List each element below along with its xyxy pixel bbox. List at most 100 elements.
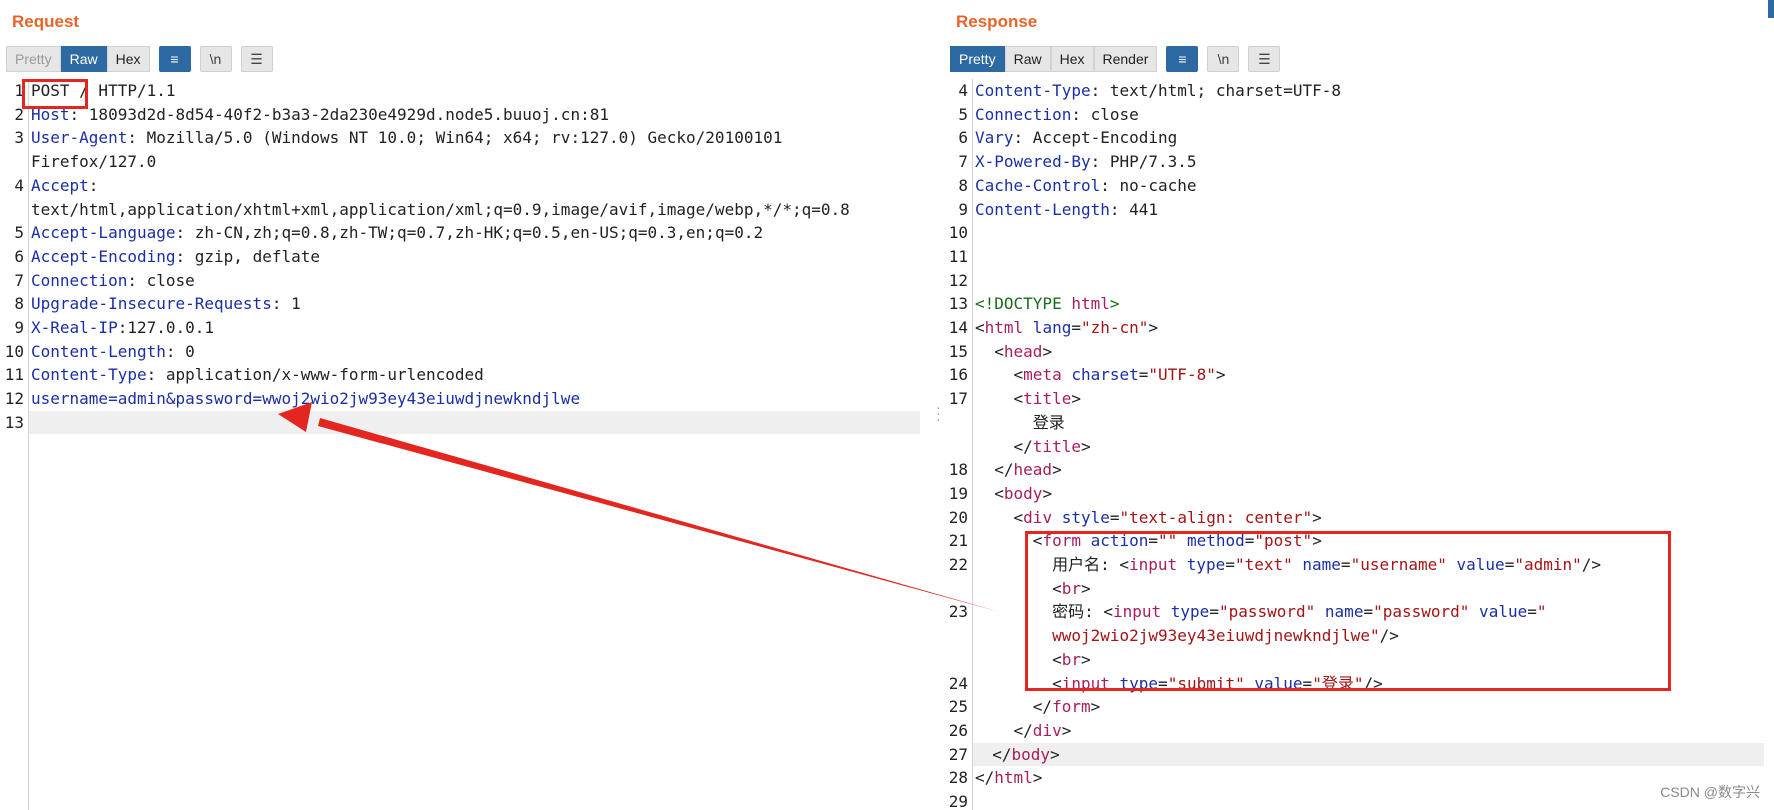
code-line[interactable]: Vary: Accept-Encoding: [975, 126, 1764, 150]
code-line[interactable]: Connection: close: [975, 103, 1764, 127]
code-token: Content-Type: [975, 81, 1091, 100]
line-number: 9: [958, 199, 968, 219]
code-token: Content-Type: [31, 365, 147, 385]
code-line[interactable]: Content-Length: 441: [975, 198, 1764, 222]
wrap-icon[interactable]: ≡: [158, 46, 191, 72]
code-line[interactable]: <!DOCTYPE html>: [975, 292, 1764, 316]
request-tab-raw[interactable]: Raw: [60, 46, 107, 72]
code-line[interactable]: <br>: [975, 648, 1764, 672]
code-token: 密码: <: [975, 602, 1113, 622]
code-line[interactable]: Content-Type: text/html; charset=UTF-8: [975, 79, 1764, 103]
request-title: Request: [12, 12, 80, 31]
code-token: >: [1042, 483, 1053, 503]
response-tab-raw[interactable]: Raw: [1004, 46, 1051, 72]
wrap-icon[interactable]: ≡: [1166, 46, 1199, 72]
code-token: >: [1032, 768, 1043, 788]
line-number: 2: [14, 104, 24, 124]
code-token: input: [1061, 673, 1110, 693]
code-token: X-Powered-By: [975, 152, 1091, 172]
code-line[interactable]: </div>: [975, 719, 1764, 743]
code-token: ": [1536, 602, 1547, 622]
code-line[interactable]: </title>: [975, 435, 1764, 459]
newline-icon[interactable]: \n: [1207, 46, 1240, 72]
code-line[interactable]: Accept-Encoding: gzip, deflate: [31, 245, 920, 269]
code-line[interactable]: <title>: [975, 387, 1764, 411]
code-token: >: [1061, 720, 1072, 740]
request-editor[interactable]: 1 2 3 4 5 6 7 8 9 10 11 12 13 POST / HTTP/1.1 Host: 1…: [0, 79, 930, 810]
code-line[interactable]: [29, 410, 920, 435]
code-token: form: [1042, 531, 1081, 551]
code-line[interactable]: wwoj2wio2jw93ey43eiuwdjnewkndjlwe"/>: [975, 624, 1764, 648]
code-line[interactable]: [975, 269, 1764, 293]
code-token: >: [1080, 578, 1091, 598]
code-token: =: [1225, 555, 1235, 574]
code-line[interactable]: </html>: [975, 766, 1764, 790]
code-line[interactable]: Host: 18093d2d-8d54-40f2-b3a3-2da230e492…: [31, 103, 920, 127]
code-line[interactable]: [975, 221, 1764, 245]
code-token: lang: [1023, 318, 1072, 337]
code-line[interactable]: Connection: close: [31, 269, 920, 293]
line-number: 26: [948, 720, 968, 740]
line-number: 13: [948, 294, 968, 314]
code-line[interactable]: <head>: [975, 340, 1764, 364]
code-token: >: [1080, 649, 1091, 669]
code-token: <: [975, 365, 1024, 385]
code-token: "": [1158, 531, 1178, 551]
code-line[interactable]: User-Agent: Mozilla/5.0 (Windows NT 10.0…: [31, 126, 920, 150]
response-editor[interactable]: 4 5 6 7 8 9 10 11 12 13 14 15 16 17 18 19 20 21 22 23 24 25 26…: [944, 79, 1774, 810]
code-line[interactable]: Accept-Language: zh-CN,zh;q=0.8,zh-TW;q=…: [31, 221, 920, 245]
code-line[interactable]: [975, 245, 1764, 269]
code-line[interactable]: <html lang="zh-cn">: [975, 316, 1764, 340]
code-line[interactable]: <body>: [975, 482, 1764, 506]
request-tab-hex[interactable]: Hex: [106, 46, 150, 72]
line-number: 28: [948, 768, 968, 788]
line-number: 15: [948, 341, 968, 361]
code-line[interactable]: <meta charset="UTF-8">: [975, 363, 1764, 387]
code-line[interactable]: </form>: [975, 695, 1764, 719]
code-token: </: [975, 697, 1053, 717]
code-token: "username": [1350, 555, 1447, 574]
code-line[interactable]: Accept:: [31, 174, 920, 198]
code-token: head: [1003, 341, 1043, 361]
code-line[interactable]: <div style="text-align: center">: [975, 506, 1764, 530]
response-gutter: 4 5 6 7 8 9 10 11 12 13 14 15 16 17 18 19 20 21 22 23 24 25 26…: [944, 79, 973, 810]
code-line[interactable]: username=admin&password=wwoj2wio2jw93ey4…: [31, 387, 920, 411]
code-token: Accept-Encoding: [31, 246, 176, 266]
code-token: "登录": [1312, 673, 1364, 693]
code-line[interactable]: text/html,application/xhtml+xml,applicat…: [31, 198, 920, 222]
code-line[interactable]: Content-Type: application/x-www-form-url…: [31, 363, 920, 387]
response-tab-hex[interactable]: Hex: [1050, 46, 1094, 72]
code-line[interactable]: Upgrade-Insecure-Requests: 1: [31, 292, 920, 316]
code-token: 用户名: <: [975, 555, 1129, 574]
code-line[interactable]: Firefox/127.0: [31, 150, 920, 174]
code-line[interactable]: [975, 790, 1764, 810]
code-line[interactable]: 密码: <input type="password" name="passwor…: [975, 600, 1764, 624]
response-tab-render[interactable]: Render: [1093, 46, 1158, 72]
line-number: 13: [4, 412, 24, 432]
code-line[interactable]: X-Powered-By: PHP/7.3.5: [975, 150, 1764, 174]
menu-icon[interactable]: ☰: [1248, 46, 1281, 72]
request-tab-pretty[interactable]: Pretty: [6, 46, 61, 72]
menu-icon[interactable]: ☰: [240, 46, 273, 72]
code-token: type: [1177, 555, 1226, 574]
code-line[interactable]: <br>: [975, 577, 1764, 601]
code-line[interactable]: 用户名: <input type="text" name="username" …: [975, 553, 1764, 577]
line-number: 7: [14, 270, 24, 290]
newline-icon[interactable]: \n: [199, 46, 232, 72]
code-line[interactable]: 登录: [975, 411, 1764, 435]
code-token: : Mozilla/5.0 (Windows NT 10.0; Win64; x…: [127, 128, 783, 148]
splitter-grip-icon[interactable]: · · ·: [936, 400, 941, 426]
code-line[interactable]: POST / HTTP/1.1: [31, 79, 920, 103]
code-token: html: [984, 318, 1024, 337]
code-token: Cache-Control: [975, 175, 1101, 195]
code-line[interactable]: </body>: [973, 742, 1764, 767]
code-line[interactable]: Cache-Control: no-cache: [975, 174, 1764, 198]
code-token: html: [1071, 294, 1110, 314]
code-line[interactable]: </head>: [975, 458, 1764, 482]
code-line[interactable]: X-Real-IP:127.0.0.1: [31, 316, 920, 340]
code-line[interactable]: Content-Length: 0: [31, 340, 920, 364]
response-tab-pretty[interactable]: Pretty: [950, 46, 1005, 72]
code-line[interactable]: <input type="submit" value="登录"/>: [975, 672, 1764, 696]
code-token: : close: [127, 270, 195, 290]
code-line[interactable]: <form action="" method="post">: [975, 529, 1764, 553]
